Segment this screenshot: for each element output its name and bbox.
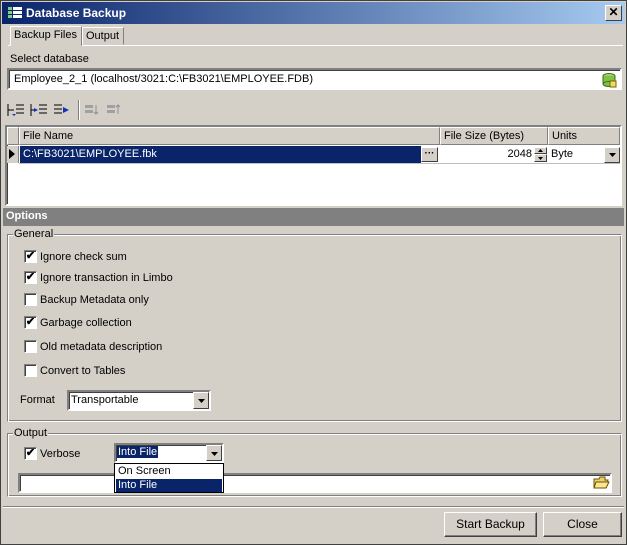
database-field[interactable]: Employee_2_1 (localhost/3021:C:\FB3021\E…	[7, 68, 622, 90]
units-dropdown-button[interactable]	[604, 147, 620, 163]
chevron-down-icon	[608, 153, 616, 157]
garbage-collection-label: Garbage collection	[40, 317, 132, 329]
current-row-arrow-icon	[9, 149, 15, 159]
verbose-combo[interactable]: Into File	[114, 443, 224, 463]
convert-tables-label: Convert to Tables	[40, 365, 126, 377]
tab-backup-files[interactable]: Backup Files	[10, 26, 82, 46]
window-title: Database Backup	[26, 6, 127, 20]
verbose-dropdown-button[interactable]	[206, 445, 222, 461]
verbose-label: Verbose	[40, 448, 81, 460]
remove-file-icon[interactable]	[53, 102, 71, 118]
garbage-collection-checkbox[interactable]: ✔	[24, 316, 37, 329]
tab-panel-edge	[8, 45, 623, 46]
dropdown-option-into-file[interactable]: Into File	[116, 479, 222, 492]
general-group-title: General	[13, 228, 55, 240]
file-name-cell[interactable]: C:\FB3021\EMPLOYEE.fbk	[20, 146, 421, 163]
database-icon[interactable]	[601, 72, 617, 88]
options-header: Options	[3, 208, 624, 226]
bottom-separator	[3, 506, 624, 508]
ignore-limbo-label: Ignore transaction in Limbo	[40, 272, 173, 284]
spin-down-icon	[538, 157, 543, 160]
toolbar-separator	[78, 100, 80, 120]
output-group-title: Output	[13, 427, 49, 439]
chevron-down-icon	[210, 452, 218, 456]
select-database-label: Select database	[10, 53, 89, 65]
units-combo[interactable]: Byte	[548, 146, 620, 163]
tab-output-label: Output	[86, 30, 120, 42]
move-up-icon[interactable]	[106, 102, 124, 118]
title-bar[interactable]: Database Backup ✕	[2, 2, 625, 24]
close-button[interactable]: Close	[543, 512, 622, 537]
close-icon: ✕	[608, 5, 619, 19]
column-header-file-name[interactable]: File Name	[19, 127, 440, 145]
chevron-down-icon	[197, 399, 205, 403]
start-backup-button[interactable]: Start Backup	[444, 512, 537, 537]
move-down-icon[interactable]	[84, 102, 102, 118]
verbose-value: Into File	[117, 446, 159, 458]
verbose-dropdown-list: On Screen Into File	[114, 463, 224, 493]
dropdown-option-on-screen[interactable]: On Screen	[116, 465, 222, 478]
format-label: Format	[20, 394, 55, 406]
units-value: Byte	[551, 148, 574, 160]
old-metadata-checkbox[interactable]	[24, 340, 37, 353]
add-file-icon[interactable]	[7, 102, 25, 118]
format-dropdown-button[interactable]	[193, 392, 209, 409]
ignore-limbo-checkbox[interactable]: ✔	[24, 271, 37, 284]
format-value: Transportable	[71, 394, 139, 406]
ignore-checksum-checkbox[interactable]: ✔	[24, 250, 37, 263]
column-header-units[interactable]: Units	[548, 127, 620, 145]
file-size-cell[interactable]: 2048	[440, 146, 534, 163]
spin-up-button[interactable]	[534, 147, 547, 154]
metadata-only-label: Backup Metadata only	[40, 294, 149, 306]
grid-corner-header	[7, 127, 19, 145]
spin-down-button[interactable]	[534, 154, 547, 162]
metadata-only-checkbox[interactable]	[24, 293, 37, 306]
convert-tables-checkbox[interactable]	[24, 364, 37, 377]
file-size-spinner[interactable]	[534, 147, 547, 162]
column-header-file-size[interactable]: File Size (Bytes)	[440, 127, 548, 145]
insert-file-icon[interactable]	[30, 102, 48, 118]
browse-file-button[interactable]: ···	[421, 147, 438, 162]
verbose-checkbox[interactable]: ✔	[24, 447, 37, 460]
output-file-path-input[interactable]	[18, 473, 612, 493]
tab-backup-files-label: Backup Files	[14, 29, 77, 41]
row-indicator[interactable]	[7, 146, 19, 163]
row-divider	[19, 163, 620, 164]
spin-up-icon	[538, 149, 543, 152]
app-icon	[8, 7, 22, 18]
tab-output[interactable]: Output	[82, 27, 124, 45]
close-window-button[interactable]: ✕	[605, 5, 622, 21]
open-folder-icon[interactable]	[593, 474, 610, 491]
ignore-checksum-label: Ignore check sum	[40, 251, 127, 263]
old-metadata-label: Old metadata description	[40, 341, 163, 353]
format-combo[interactable]: Transportable	[67, 390, 211, 411]
backup-files-grid[interactable]: File Name File Size (Bytes) Units C:\FB3…	[5, 125, 622, 206]
database-value: Employee_2_1 (localhost/3021:C:\FB3021\E…	[14, 73, 313, 85]
